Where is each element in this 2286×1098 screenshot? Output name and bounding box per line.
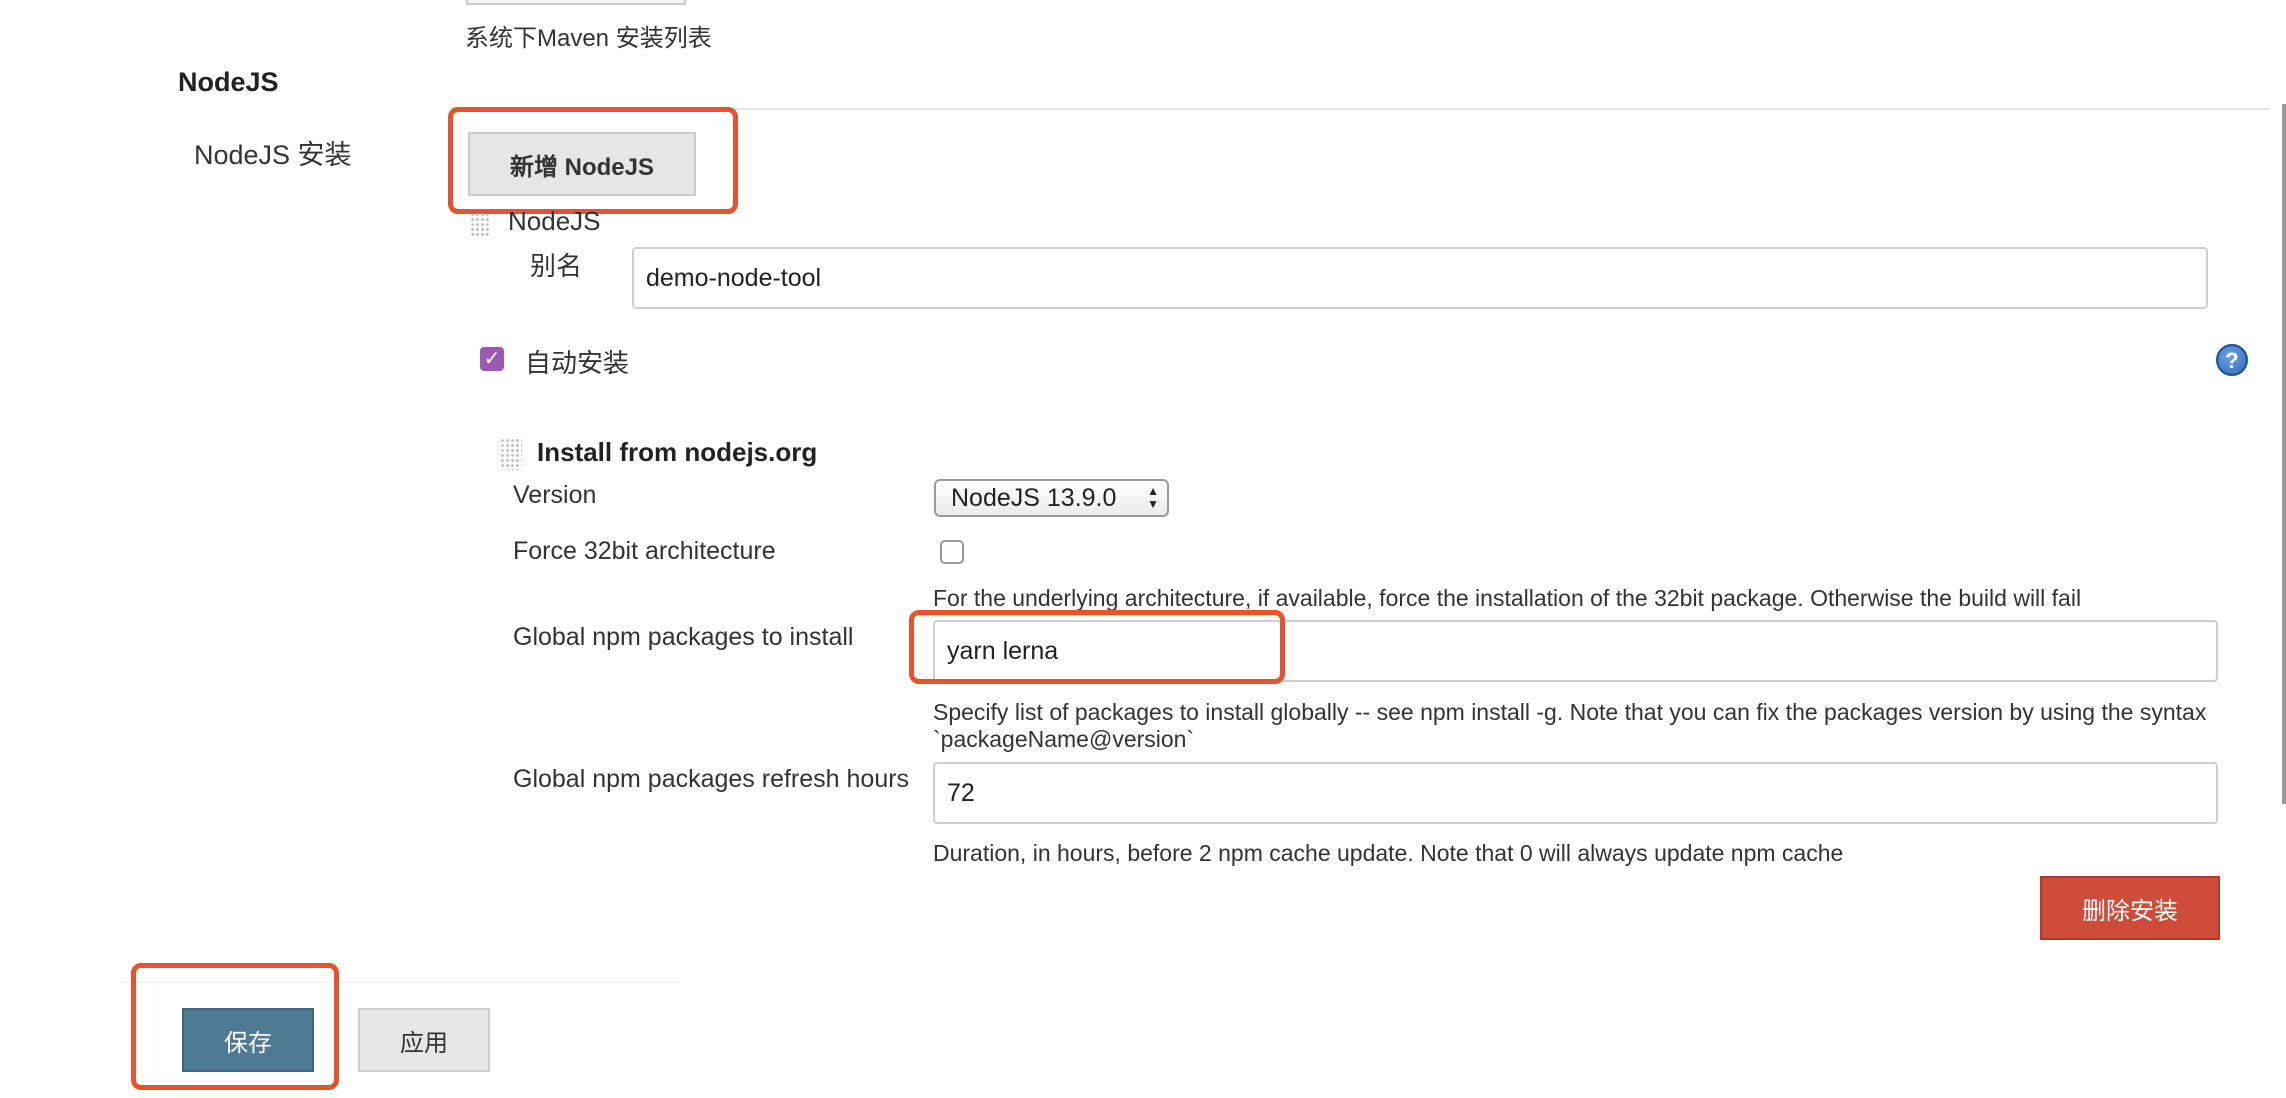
scrollbar[interactable]	[2282, 104, 2286, 804]
nodejs-section-title: NodeJS	[178, 67, 279, 97]
version-select-value: NodeJS 13.9.0	[951, 484, 1117, 512]
version-label: Version	[513, 481, 597, 509]
maven-list-fragment	[466, 0, 686, 5]
alias-input[interactable]	[632, 247, 2208, 309]
delete-install-button[interactable]: 删除安装	[2040, 876, 2220, 940]
force32-checkbox[interactable]	[940, 540, 964, 564]
refresh-hours-description: Duration, in hours, before 2 npm cache u…	[933, 840, 1844, 866]
select-arrows-icon: ▲ ▼	[1147, 484, 1159, 511]
auto-install-checkbox[interactable]: ✓	[480, 347, 504, 371]
highlight-global-packages	[909, 610, 1285, 684]
installer-title: Install from nodejs.org	[537, 437, 818, 467]
auto-install-label: 自动安装	[525, 348, 630, 378]
global-packages-description: Specify list of packages to install glob…	[933, 699, 2207, 752]
maven-list-description: 系统下Maven 安装列表	[465, 25, 712, 52]
nodejs-install-label: NodeJS 安装	[194, 140, 352, 170]
force32-description: For the underlying architecture, if avai…	[933, 585, 2082, 611]
highlight-save	[131, 963, 339, 1090]
refresh-hours-input[interactable]	[933, 762, 2218, 824]
highlight-add-nodejs	[448, 107, 738, 214]
version-select[interactable]: NodeJS 13.9.0 ▲ ▼	[934, 479, 1169, 517]
apply-button[interactable]: 应用	[358, 1008, 490, 1072]
alias-label: 别名	[530, 251, 583, 281]
refresh-hours-label: Global npm packages refresh hours	[513, 765, 910, 793]
drag-handle-icon[interactable]	[470, 212, 490, 238]
installer-drag-handle-icon[interactable]	[500, 438, 522, 470]
global-packages-label: Global npm packages to install	[513, 623, 854, 651]
force32-label: Force 32bit architecture	[513, 537, 776, 565]
nodejs-item-heading: NodeJS	[508, 206, 601, 236]
help-icon[interactable]: ?	[2216, 344, 2248, 376]
